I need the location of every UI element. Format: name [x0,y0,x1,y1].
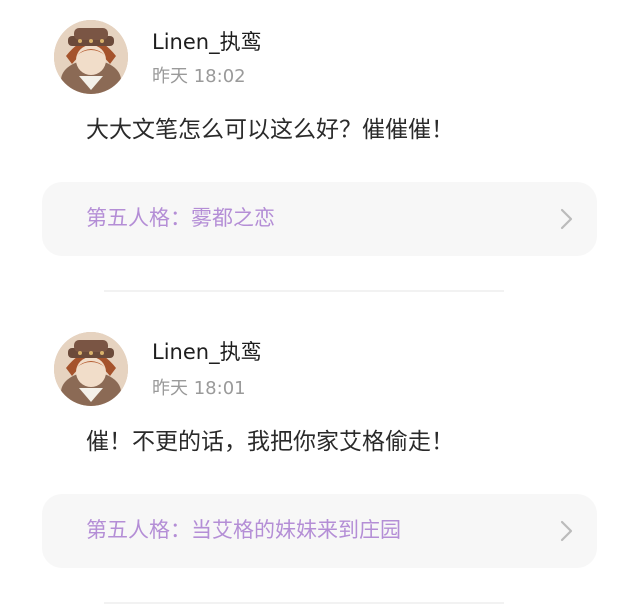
work-link-card[interactable]: 第五人格：当艾格的妹妹来到庄园 [42,494,597,568]
work-title: 第五人格：雾都之恋 [86,206,275,230]
timestamp: 昨天 18:02 [152,66,246,87]
comment-item: Linen_执鸾 昨天 18:02 大大文笔怎么可以这么好？催催催！ 第五人格：… [0,0,640,290]
work-link-card[interactable]: 第五人格：雾都之恋 [42,182,597,256]
username[interactable]: Linen_执鸾 [152,339,262,365]
avatar-image [54,20,128,94]
work-title: 第五人格：当艾格的妹妹来到庄园 [86,518,401,542]
chevron-right-icon [560,520,573,542]
comment-text: 催！不更的话，我把你家艾格偷走！ [86,429,454,455]
chevron-right-icon [560,208,573,230]
avatar[interactable] [54,20,128,94]
timestamp: 昨天 18:01 [152,378,246,399]
comment-item: Linen_执鸾 昨天 18:01 催！不更的话，我把你家艾格偷走！ 第五人格：… [0,312,640,607]
comment-text: 大大文笔怎么可以这么好？催催催！ [86,117,454,143]
divider [104,290,504,292]
divider [104,602,504,604]
username[interactable]: Linen_执鸾 [152,29,262,55]
avatar-image [54,332,128,406]
avatar[interactable] [54,332,128,406]
